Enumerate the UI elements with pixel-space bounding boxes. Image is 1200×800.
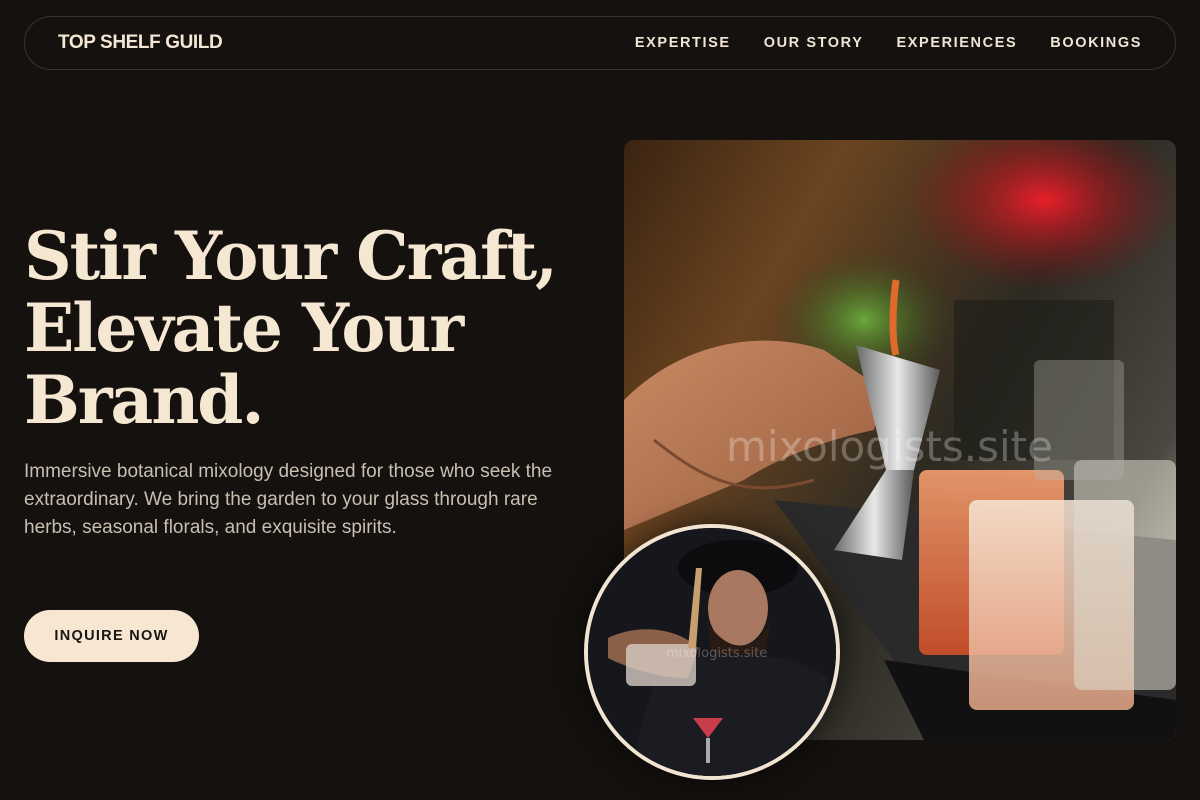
nav-link-experiences[interactable]: EXPERIENCES: [897, 35, 1018, 51]
nav-link-expertise[interactable]: EXPERTISE: [635, 35, 731, 51]
bartender-portrait-photo: mixologists.site: [584, 524, 840, 780]
nav-links: EXPERTISE OUR STORY EXPERIENCES BOOKINGS: [635, 35, 1142, 51]
nav-link-our-story[interactable]: OUR STORY: [764, 35, 864, 51]
inset-watermark: mixologists.site: [666, 646, 768, 661]
top-navigation: TOP SHELF GUILD EXPERTISE OUR STORY EXPE…: [24, 16, 1176, 70]
hero-title: Stir Your Craft, Elevate Your Brand.: [24, 220, 584, 436]
nav-link-bookings[interactable]: BOOKINGS: [1050, 35, 1142, 51]
inquire-now-button[interactable]: INQUIRE NOW: [24, 610, 199, 662]
hero-title-line: Elevate Your: [24, 289, 464, 367]
brand-logo[interactable]: TOP SHELF GUILD: [58, 32, 223, 54]
hero-title-line: Stir Your Craft,: [24, 217, 558, 295]
watermark: mixologists.site: [726, 422, 1053, 471]
hero-title-line: Brand.: [24, 361, 264, 439]
hero-description: Immersive botanical mixology designed fo…: [24, 461, 553, 538]
